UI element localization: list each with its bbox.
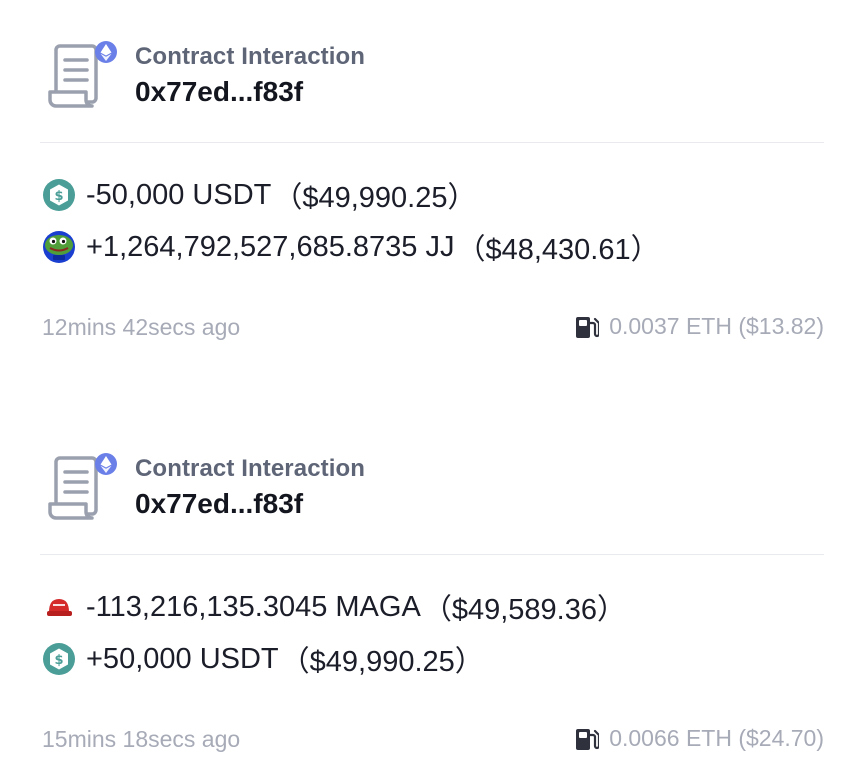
token-transfer-row: $ +50,000 USDT （$49,990.25） (42, 639, 484, 679)
contract-address[interactable]: 0x77ed...f83f (135, 488, 303, 520)
gas-fee: 0.0037 ETH ($13.82) (575, 313, 824, 340)
contract-address[interactable]: 0x77ed...f83f (135, 76, 303, 108)
transfer-amount: +1,264,792,527,685.8735 JJ (86, 230, 455, 263)
transfer-usd-value: （$49,589.36） (422, 594, 626, 626)
transfer-usd-value: （$48,430.61） (456, 234, 660, 266)
transfer-usd-value: （$49,990.25） (273, 182, 477, 214)
token-transfer-row: +1,264,792,527,685.8735 JJ （$48,430.61） (42, 227, 660, 267)
ethereum-icon (95, 453, 117, 475)
transfer-amount: -113,216,135.3045 MAGA (86, 590, 421, 623)
transfer-usd-value: （$49,990.25） (280, 646, 484, 678)
svg-text:$: $ (54, 189, 63, 204)
transaction-time: 12mins 42secs ago (42, 314, 241, 340)
gas-pump-icon (576, 728, 600, 750)
divider (40, 142, 824, 143)
token-transfer-row: $ -50,000 USDT （$49,990.25） (42, 175, 477, 215)
transaction-header: Contract Interaction 0x77ed...f83f (40, 38, 824, 118)
maga-hat-icon (42, 590, 76, 624)
contract-scroll-icon (48, 453, 117, 520)
gas-pump-icon (576, 316, 600, 338)
contract-scroll-icon (48, 41, 117, 108)
transaction-header: Contract Interaction 0x77ed...f83f (40, 450, 824, 530)
ethereum-icon (95, 41, 117, 63)
divider (40, 554, 824, 555)
gas-fee: 0.0066 ETH ($24.70) (575, 725, 824, 752)
transaction-type: Contract Interaction (135, 455, 366, 482)
transaction-type: Contract Interaction (135, 43, 366, 70)
usdt-icon: $ (42, 178, 76, 212)
jj-frog-icon (42, 230, 76, 264)
svg-text:$: $ (54, 653, 63, 668)
token-transfer-row: -113,216,135.3045 MAGA （$49,589.36） (42, 587, 626, 627)
transfer-amount: +50,000 USDT (86, 642, 279, 675)
transfer-amount: -50,000 USDT (86, 178, 272, 211)
gas-fee-value: 0.0066 ETH ($24.70) (609, 725, 824, 751)
transaction-time: 15mins 18secs ago (42, 726, 241, 752)
gas-fee-value: 0.0037 ETH ($13.82) (609, 313, 824, 339)
usdt-icon: $ (42, 642, 76, 676)
